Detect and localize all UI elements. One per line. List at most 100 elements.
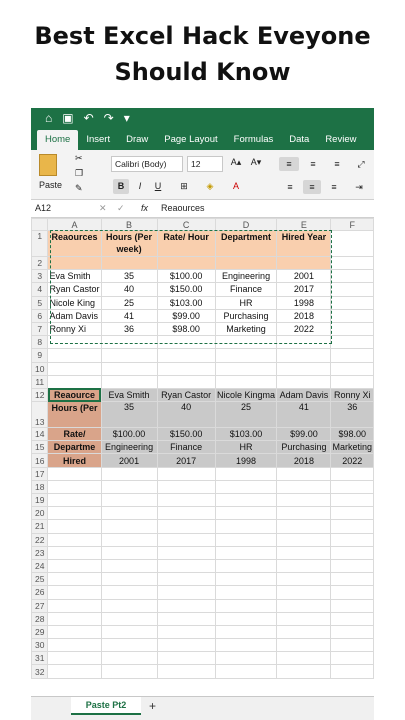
cell-e1[interactable]: Hired Year [276,230,332,257]
row-header[interactable]: 4 [31,282,49,297]
cell[interactable] [47,255,102,271]
cell[interactable] [214,255,278,271]
cell[interactable] [100,335,158,350]
cell[interactable] [214,598,278,613]
cut-icon[interactable]: ✂ [75,153,83,164]
align-bottom-icon[interactable]: ≡ [327,157,347,171]
cell[interactable]: Ryan Castor [156,387,216,403]
row-header[interactable]: 7 [31,321,49,337]
cell[interactable] [276,651,332,666]
row-header[interactable]: 20 [31,506,49,521]
cell[interactable] [214,348,278,363]
cell[interactable]: HR [214,440,278,455]
cell[interactable]: Rate/ [47,427,102,442]
cell[interactable]: $98.00 [330,427,374,442]
cell[interactable] [100,558,158,574]
cell[interactable] [276,466,332,481]
cell[interactable] [156,532,216,547]
cell[interactable] [214,638,278,653]
add-sheet-button[interactable]: + [149,699,156,713]
cell[interactable] [330,255,374,271]
cell[interactable] [47,624,102,640]
align-right-icon[interactable]: ≡ [325,180,343,194]
cell[interactable]: 25 [100,295,158,310]
cell[interactable]: $100.00 [100,427,158,442]
cell[interactable]: HR [214,295,278,310]
cell[interactable] [100,374,158,389]
cell[interactable] [330,558,374,574]
cell[interactable] [100,545,158,560]
cell[interactable] [100,651,158,666]
paste-label[interactable]: Paste [39,180,62,190]
cell[interactable] [47,479,102,495]
cell[interactable] [330,545,374,560]
column-header-f[interactable]: F [330,218,374,231]
cell[interactable] [100,598,158,613]
cell[interactable] [156,492,216,508]
row-header[interactable]: 16 [31,453,49,468]
cell[interactable] [214,664,278,679]
row-header[interactable]: 26 [31,585,49,600]
row-header[interactable]: 32 [31,664,49,679]
cell[interactable] [214,651,278,666]
cell[interactable] [156,572,216,587]
cell[interactable] [214,532,278,547]
cell[interactable]: 2017 [276,282,332,297]
cell[interactable]: Ronny Xi [330,387,374,403]
cell[interactable] [100,638,158,653]
cell[interactable] [156,479,216,495]
cell[interactable] [156,348,216,363]
cell[interactable]: $100.00 [156,269,216,284]
align-top-icon[interactable]: ≡ [279,157,299,171]
align-middle-icon[interactable]: ≡ [303,157,323,171]
cell[interactable]: $99.00 [276,427,332,442]
cell[interactable]: $150.00 [156,282,216,297]
row-header[interactable]: 9 [31,348,49,363]
column-header-a[interactable]: A [47,218,102,231]
cell[interactable] [100,572,158,587]
cell[interactable]: 2001 [276,269,332,284]
cell[interactable]: $103.00 [156,295,216,310]
cell[interactable] [330,598,374,613]
row-header[interactable]: 31 [31,651,49,666]
cell[interactable]: Ryan Castor [47,282,102,297]
cell[interactable]: $99.00 [156,308,216,323]
cell[interactable] [214,585,278,600]
row-header[interactable]: 21 [31,519,49,534]
cell[interactable]: Marketing [330,440,374,455]
cell[interactable]: Eva Smith [100,387,158,403]
cell[interactable]: 1998 [214,453,278,468]
cell[interactable]: Ronny Xi [47,321,102,337]
spreadsheet-grid[interactable]: A B C D E F 1 Reaources Hours (Per week)… [31,218,374,679]
cell[interactable] [276,255,332,271]
cell[interactable] [156,558,216,574]
cell[interactable] [276,598,332,613]
row-header[interactable]: 29 [31,624,49,640]
cell[interactable]: Purchasing [276,440,332,455]
cell[interactable] [330,664,374,679]
cell[interactable] [330,638,374,653]
column-header-c[interactable]: C [156,218,216,231]
tab-draw[interactable]: Draw [118,134,156,150]
cell[interactable] [100,466,158,481]
cell[interactable] [330,611,374,626]
cell[interactable] [47,664,102,679]
font-name-select[interactable]: Calibri (Body) [111,156,183,172]
cell[interactable] [276,532,332,547]
cell[interactable] [214,611,278,626]
orientation-icon[interactable]: ⤢ [351,157,371,171]
cell[interactable] [156,624,216,640]
cell[interactable] [47,492,102,508]
fill-color-icon[interactable]: ◈ [199,179,221,194]
cell[interactable] [276,361,332,376]
cell[interactable] [156,545,216,560]
cell[interactable]: Purchasing [214,308,278,323]
cell[interactable] [47,335,102,350]
cell[interactable]: 41 [276,401,332,429]
cell[interactable] [156,506,216,521]
cell[interactable] [156,466,216,481]
cell[interactable]: $103.00 [214,427,278,442]
cell[interactable] [330,519,374,534]
cell[interactable]: Adam Davis [276,387,332,403]
cell[interactable]: 2022 [276,321,332,337]
